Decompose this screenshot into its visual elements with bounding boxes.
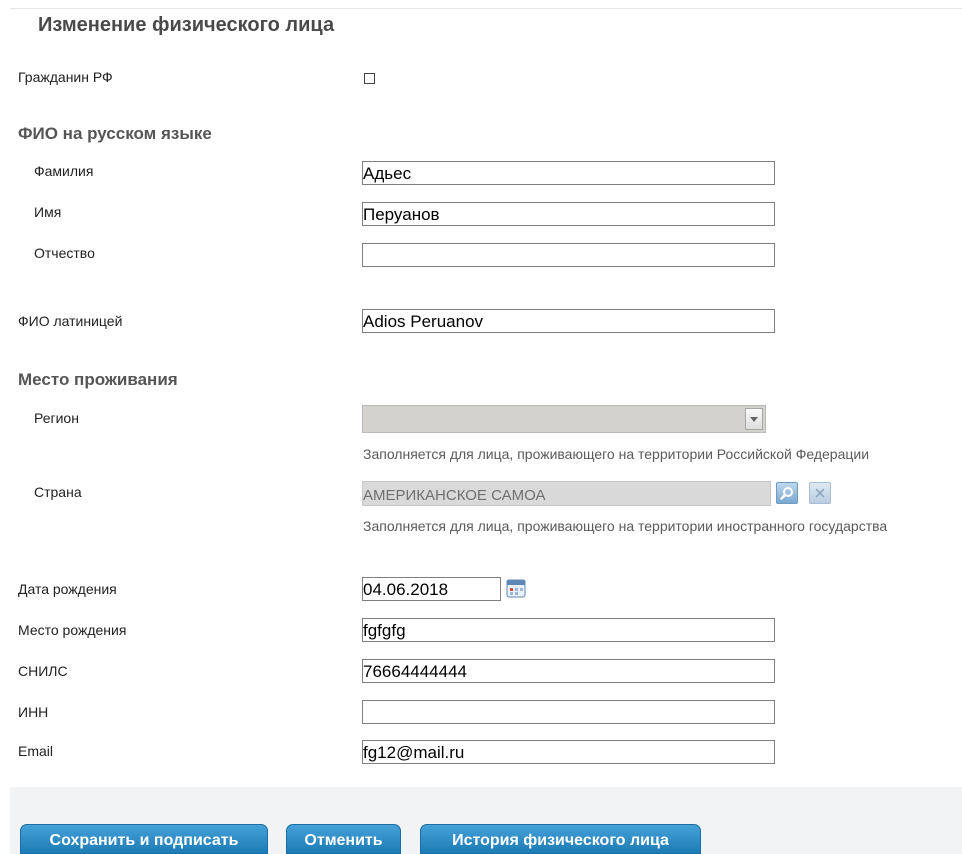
country-hint: Заполняется для лица, проживающего на те… [363,518,888,534]
country-clear-button[interactable] [809,482,831,504]
inn-input[interactable] [362,700,775,724]
birth-date-label: Дата рождения [18,581,117,597]
history-button[interactable]: История физического лица [420,824,701,854]
fio-lat-input[interactable] [362,309,775,333]
snils-label: СНИЛС [18,663,68,679]
chevron-down-icon [750,416,758,422]
top-divider [10,8,962,9]
calendar-icon [506,579,526,598]
citizen-checkbox[interactable] [364,73,375,84]
country-search-button[interactable] [776,482,798,504]
page-title: Изменение физического лица [38,14,335,36]
save-and-sign-button[interactable]: Сохранить и подписать [20,824,268,854]
calendar-button[interactable] [506,578,526,598]
name-input[interactable] [362,202,775,226]
close-icon [815,488,825,498]
fio-ru-section-title: ФИО на русском языке [18,124,212,143]
email-input[interactable] [362,740,775,764]
patronymic-label: Отчество [34,245,95,261]
email-label: Email [18,743,54,759]
birth-place-input[interactable] [362,618,775,642]
inn-label: ИНН [18,704,49,720]
citizen-label: Гражданин РФ [18,69,113,85]
region-dropdown-button[interactable] [745,408,763,430]
search-icon [780,487,793,500]
country-input[interactable] [362,481,771,506]
region-select[interactable] [362,405,766,433]
residence-section-title: Место проживания [18,370,178,389]
patronymic-input[interactable] [362,243,775,267]
name-label: Имя [34,204,62,220]
snils-input[interactable] [362,659,775,683]
region-hint: Заполняется для лица, проживающего на те… [363,446,870,462]
birth-date-input[interactable] [362,577,501,601]
birth-place-label: Место рождения [18,622,127,638]
fio-lat-label: ФИО латиницей [18,313,123,329]
country-label: Страна [34,484,82,500]
surname-input[interactable] [362,161,775,185]
cancel-button[interactable]: Отменить [286,824,401,854]
surname-label: Фамилия [34,163,94,179]
region-label: Регион [34,410,79,426]
